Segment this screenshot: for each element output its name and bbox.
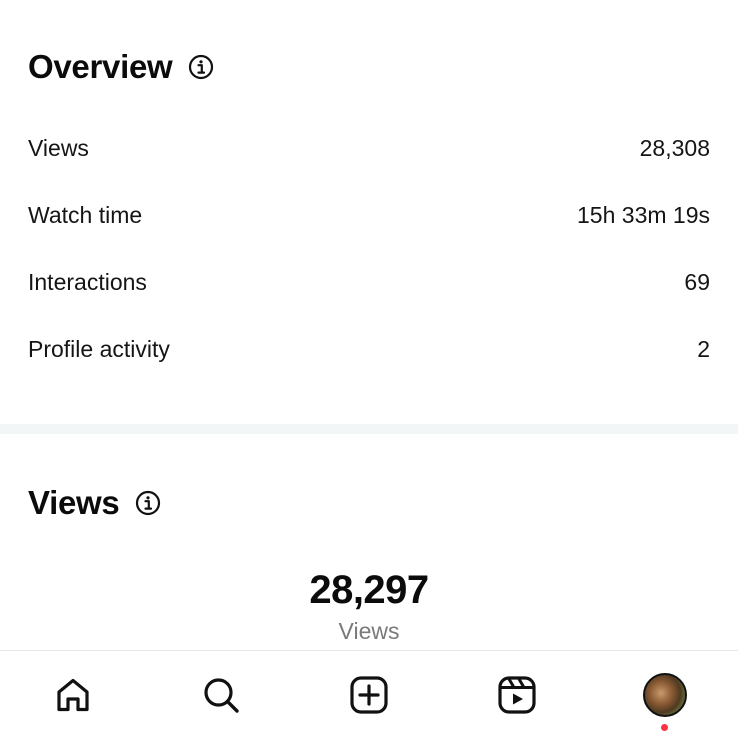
views-caption: Views [338, 618, 400, 644]
metric-value: 28,308 [639, 134, 710, 161]
section-divider [0, 424, 738, 434]
metric-label: Watch time [28, 201, 143, 228]
overview-header: Overview [28, 48, 214, 86]
metric-label: Views [28, 134, 89, 161]
metric-value: 15h 33m 19s [577, 201, 710, 228]
metric-value: 2 [697, 335, 710, 362]
metric-value: 69 [684, 268, 710, 295]
views-total: 28,297 [309, 568, 429, 612]
views-info-icon[interactable] [135, 490, 161, 516]
nav-home[interactable] [49, 671, 97, 719]
profile-avatar [643, 673, 687, 717]
notification-dot [661, 724, 668, 731]
nav-profile[interactable] [641, 671, 689, 731]
views-header: Views [28, 484, 161, 522]
overview-title: Overview [28, 48, 173, 85]
reels-icon [498, 676, 536, 714]
metric-label: Interactions [28, 268, 147, 295]
metric-row-profile-activity: Profile activity 2 [28, 332, 710, 366]
nav-reels[interactable] [493, 671, 541, 719]
metric-row-watch-time: Watch time 15h 33m 19s [28, 198, 710, 232]
metric-label: Profile activity [28, 335, 170, 362]
nav-create[interactable] [345, 671, 393, 719]
metric-row-views: Views 28,308 [28, 131, 710, 165]
views-title: Views [28, 484, 120, 521]
overview-info-icon[interactable] [188, 54, 214, 80]
nav-search[interactable] [197, 671, 245, 719]
metric-row-interactions: Interactions 69 [28, 265, 710, 299]
create-icon [350, 676, 388, 714]
search-icon [204, 678, 239, 713]
bottom-nav [0, 650, 738, 745]
home-icon [57, 678, 89, 712]
